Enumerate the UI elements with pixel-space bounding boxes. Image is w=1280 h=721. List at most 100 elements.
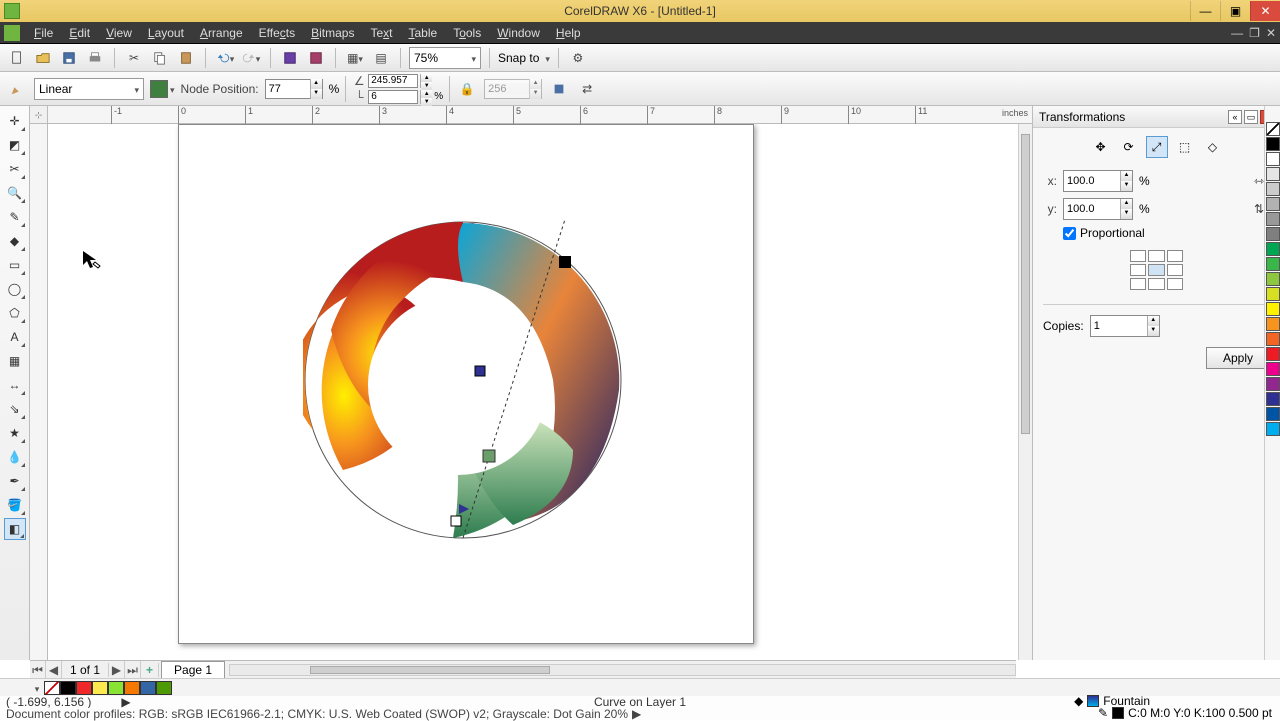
y-field[interactable]: ▲▼ (1063, 198, 1133, 220)
palette-swatch[interactable] (1266, 317, 1280, 331)
mdi-close-icon[interactable]: ✕ (1266, 26, 1276, 40)
node-color-dropdown[interactable] (170, 82, 175, 96)
palette-swatch[interactable] (1266, 182, 1280, 196)
rectangle-tool[interactable]: ▭ (4, 254, 26, 276)
doc-no-color-swatch[interactable] (44, 681, 60, 695)
fountain-steps-lock-icon[interactable]: 🔒 (456, 78, 478, 100)
doc-palette-swatch[interactable] (124, 681, 140, 695)
profiles-more-icon[interactable]: ▶ (632, 707, 641, 721)
paste-button[interactable] (175, 47, 197, 69)
doc-palette-swatch[interactable] (92, 681, 108, 695)
menu-help[interactable]: Help (548, 26, 589, 40)
doc-palette-swatch[interactable] (156, 681, 172, 695)
menu-edit[interactable]: Edit (61, 26, 98, 40)
new-button[interactable] (6, 47, 28, 69)
menu-arrange[interactable]: Arrange (192, 26, 251, 40)
page-prev-button[interactable]: ◀ (46, 661, 62, 678)
doc-palette-swatch[interactable] (76, 681, 92, 695)
palette-swatch[interactable] (1266, 302, 1280, 316)
palette-swatch[interactable] (1266, 227, 1280, 241)
print-button[interactable] (84, 47, 106, 69)
viewport[interactable] (48, 124, 1032, 660)
cut-button[interactable]: ✂ (123, 47, 145, 69)
transform-scale-icon[interactable]: ⤢ (1146, 136, 1168, 158)
palette-swatch[interactable] (1266, 377, 1280, 391)
palette-swatch[interactable] (1266, 212, 1280, 226)
page-last-button[interactable]: ⏭ (125, 661, 141, 678)
proportional-checkbox[interactable] (1063, 227, 1076, 240)
copy-fill-button[interactable] (548, 78, 570, 100)
palette-swatch[interactable] (1266, 287, 1280, 301)
vertical-ruler[interactable] (30, 124, 48, 660)
palette-swatch[interactable] (1266, 137, 1280, 151)
palette-swatch[interactable] (1266, 167, 1280, 181)
redo-button[interactable] (240, 47, 262, 69)
palette-swatch[interactable] (1266, 407, 1280, 421)
horizontal-scrollbar[interactable] (229, 664, 1016, 676)
palette-swatch[interactable] (1266, 347, 1280, 361)
canvas-area[interactable]: ⊹ inches -101234567891011 (30, 106, 1032, 660)
text-tool[interactable]: A (4, 326, 26, 348)
menu-view[interactable]: View (98, 26, 140, 40)
edit-fill-button[interactable] (6, 78, 28, 100)
doc-palette-swatch[interactable] (60, 681, 76, 695)
page-tab-1[interactable]: Page 1 (161, 661, 225, 678)
fill-type-dropdown[interactable]: Linear (34, 78, 144, 100)
shape-tool[interactable]: ◩ (4, 134, 26, 156)
menu-text[interactable]: Text (362, 26, 400, 40)
apply-button[interactable]: Apply (1206, 347, 1270, 369)
artwork-ring[interactable] (303, 220, 623, 540)
fountain-angle-field[interactable] (368, 74, 418, 88)
polygon-tool[interactable]: ⬠ (4, 302, 26, 324)
palette-swatch[interactable] (1266, 362, 1280, 376)
transform-rotate-icon[interactable]: ⟳ (1118, 136, 1140, 158)
palette-swatch[interactable] (1266, 242, 1280, 256)
menu-window[interactable]: Window (489, 26, 548, 40)
import-button[interactable] (279, 47, 301, 69)
menu-tools[interactable]: Tools (445, 26, 489, 40)
save-button[interactable] (58, 47, 80, 69)
palette-swatch[interactable] (1266, 257, 1280, 271)
palette-swatch[interactable] (1266, 332, 1280, 346)
interactive-tool[interactable]: ★ (4, 422, 26, 444)
doc-palette-swatch[interactable] (140, 681, 156, 695)
welcome-button[interactable]: ▤ (370, 47, 392, 69)
ellipse-tool[interactable]: ◯ (4, 278, 26, 300)
node-color-swatch[interactable] (150, 80, 168, 98)
connector-tool[interactable]: ⇘ (4, 398, 26, 420)
x-field[interactable]: ▲▼ (1063, 170, 1133, 192)
add-page-button[interactable]: + (141, 663, 159, 677)
freehand-tool[interactable]: ✎ (4, 206, 26, 228)
palette-swatch[interactable] (1266, 152, 1280, 166)
menu-effects[interactable]: Effects (251, 26, 303, 40)
menu-layout[interactable]: Layout (140, 26, 192, 40)
doc-palette-swatch[interactable] (108, 681, 124, 695)
no-color-swatch[interactable] (1266, 122, 1280, 136)
app-launcher-button[interactable]: ▦ (344, 47, 366, 69)
menu-bitmaps[interactable]: Bitmaps (303, 26, 362, 40)
palette-swatch[interactable] (1266, 422, 1280, 436)
pick-tool[interactable]: ✛ (4, 110, 26, 132)
page-next-button[interactable]: ▶ (109, 661, 125, 678)
transform-skew-icon[interactable]: ◇ (1202, 136, 1224, 158)
dimension-tool[interactable]: ↔ (4, 374, 26, 396)
page-first-button[interactable]: ⏮ (30, 661, 46, 678)
outline-swatch-icon[interactable] (1112, 707, 1124, 719)
vertical-scrollbar[interactable] (1018, 124, 1032, 660)
doc-palette-menu[interactable] (30, 681, 44, 695)
open-button[interactable] (32, 47, 54, 69)
copies-field[interactable]: ▲▼ (1090, 315, 1160, 337)
anchor-grid[interactable] (1130, 250, 1184, 290)
menu-file[interactable]: File (26, 26, 61, 40)
export-button[interactable] (305, 47, 327, 69)
docker-menu-button[interactable]: ▭ (1244, 110, 1258, 124)
outline-tool[interactable]: ✒ (4, 470, 26, 492)
palette-swatch[interactable] (1266, 392, 1280, 406)
mdi-restore-icon[interactable]: ❐ (1249, 26, 1260, 40)
fountain-edge-field[interactable] (368, 90, 418, 104)
docker-collapse-button[interactable]: « (1228, 110, 1242, 124)
options-button[interactable]: ⚙ (567, 47, 589, 69)
palette-swatch[interactable] (1266, 272, 1280, 286)
copy-button[interactable] (149, 47, 171, 69)
fill-tool[interactable]: 🪣 (4, 494, 26, 516)
